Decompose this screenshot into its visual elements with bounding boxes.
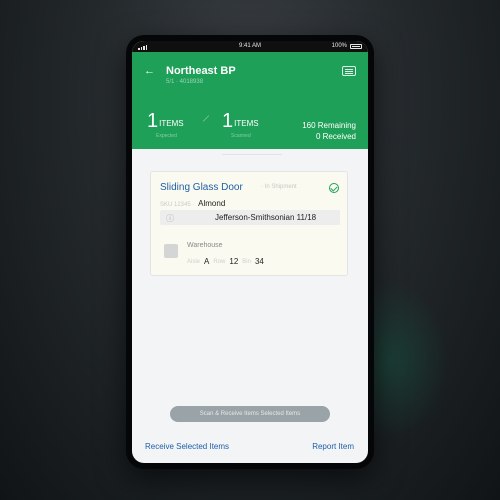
scanned-label: Scanned [231,133,251,139]
received-count: 0 Received [315,132,356,141]
metric-divider [202,115,210,122]
list-divider [222,154,282,155]
remaining-count: 160 Remaining [302,121,356,130]
scanned-unit: ITEMS [234,119,259,128]
expected-label: Expected [156,133,177,139]
row-label: Row [213,258,226,265]
scanned-count: 1 [222,110,234,132]
item-title[interactable]: Sliding Glass Door [160,182,243,193]
report-item-button[interactable]: Report Item [312,442,354,451]
item-color: Almond [198,199,226,208]
bin-label: Bin [242,258,251,265]
supplier-text: Jefferson-Smithsonian 11/18 [215,213,317,222]
location-label: Warehouse [187,242,223,249]
page-subtitle: 5/1 · 4018938 [166,79,204,85]
aisle-value: A [204,257,210,266]
expected-count: 1 [147,110,159,132]
scan-receive-pill[interactable]: Scan & Receive Items Selected Items [170,406,330,422]
check-circle-icon[interactable] [329,183,339,193]
page-title: Northeast BP [166,65,236,77]
status-battery-text: 100% [331,43,347,49]
info-icon: ⓘ [166,214,174,223]
keyboard-icon[interactable] [342,66,356,76]
remaining-summary: 160 Remaining 0 Received [302,120,356,142]
item-card[interactable]: Sliding Glass Door · In Shipment SKU 123… [150,171,348,276]
location-row: Aisle A Row 12 Bin 34 [187,257,264,266]
item-status: · In Shipment [261,184,297,190]
header: ← Northeast BP 5/1 · 4018938 1 ITEMS Exp… [132,52,368,149]
app-screen: 9:41 AM 100% ← Northeast BP 5/1 · 401893… [132,41,368,463]
item-meta: SKU 12345 · Almond [160,199,225,208]
bin-value: 34 [254,257,264,266]
supplier-field[interactable]: ⓘ Jefferson-Smithsonian 11/18 [160,210,340,225]
item-sku: SKU 12345 · [160,202,195,208]
status-bar: 9:41 AM 100% [132,41,368,52]
expected-metric: 1 ITEMS [147,110,184,132]
box-icon [164,244,178,258]
aisle-label: Aisle [187,258,201,265]
expected-unit: ITEMS [159,119,184,128]
back-arrow-icon[interactable]: ← [144,65,155,77]
battery-icon [350,44,362,49]
receive-selected-button[interactable]: Receive Selected Items [145,442,229,451]
scanned-metric: 1 ITEMS [222,110,259,132]
row-value: 12 [229,257,239,266]
